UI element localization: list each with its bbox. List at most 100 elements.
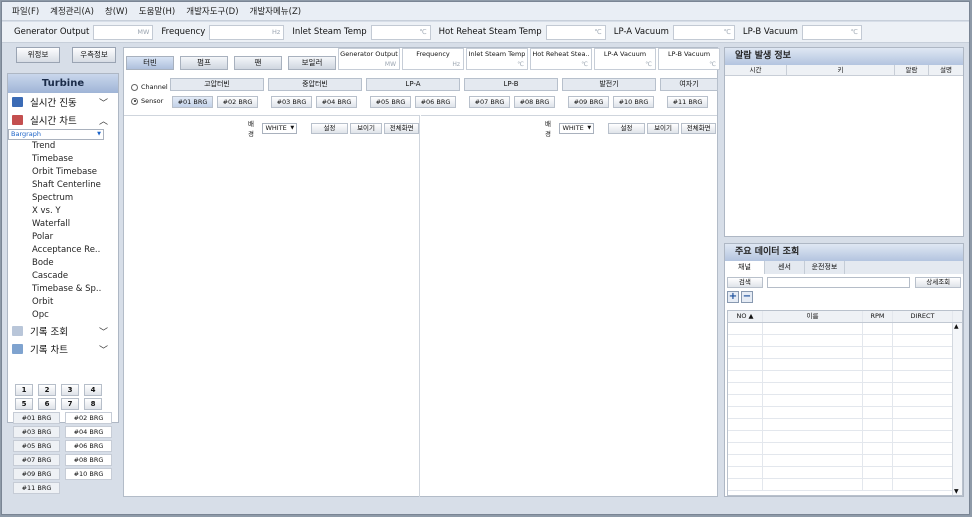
num-button-6[interactable]: 6 [38, 398, 56, 410]
sensor-brg-05[interactable]: #05 BRG [370, 96, 411, 108]
radio-channel[interactable]: Channel [131, 83, 168, 91]
brg-button-02[interactable]: #02 BRG [65, 412, 112, 424]
tab-turbine[interactable]: 터빈 [126, 56, 174, 70]
fullscreen-button[interactable]: 전체화면 [681, 122, 716, 134]
table-row[interactable] [728, 395, 962, 407]
group-generator[interactable]: 발전기 [562, 78, 656, 91]
tree-item-x-vs-y[interactable]: X vs. Y [8, 205, 118, 218]
tree-item-shaft-centerline[interactable]: Shaft Centerline [8, 179, 118, 192]
table-row[interactable] [728, 419, 962, 431]
tree-item-orbit-timebase[interactable]: Orbit Timebase [8, 166, 118, 179]
tree-item-timebase[interactable]: Timebase [8, 153, 118, 166]
num-button-7[interactable]: 7 [61, 398, 79, 410]
sensor-brg-09[interactable]: #09 BRG [568, 96, 609, 108]
menu-window[interactable]: 창(W) [105, 5, 128, 17]
tree-cat-history-chart[interactable]: 기록 차트 ﹀ [8, 340, 118, 358]
table-row[interactable] [728, 407, 962, 419]
tree-item-trend[interactable]: Trend [8, 140, 118, 153]
table-row[interactable] [728, 467, 962, 479]
background-select[interactable]: WHITE [559, 122, 595, 134]
col-rpm[interactable]: RPM [863, 311, 893, 322]
table-row[interactable] [728, 335, 962, 347]
location-info-button[interactable]: 위정보 [16, 47, 60, 63]
sensor-brg-03[interactable]: #03 BRG [271, 96, 312, 108]
table-row[interactable] [728, 383, 962, 395]
menu-devtools[interactable]: 개발자도구(D) [186, 5, 238, 17]
chart-pane-right[interactable]: 배경 WHITE 설정 보이기 전체화면 [421, 115, 717, 497]
table-row[interactable] [728, 323, 962, 335]
tab-boiler[interactable]: 보일러 [288, 56, 336, 70]
num-button-2[interactable]: 2 [38, 384, 56, 396]
tree-item-polar[interactable]: Polar [8, 231, 118, 244]
table-row[interactable] [728, 479, 962, 491]
brg-button-10[interactable]: #10 BRG [65, 468, 112, 480]
table-row[interactable] [728, 443, 962, 455]
table-row[interactable] [728, 455, 962, 467]
sensor-brg-06[interactable]: #06 BRG [415, 96, 456, 108]
sensor-brg-01[interactable]: #01 BRG [172, 96, 213, 108]
num-button-5[interactable]: 5 [15, 398, 33, 410]
tree-item-orbit[interactable]: Orbit [8, 296, 118, 309]
col-name[interactable]: 이름 [763, 311, 863, 322]
tree-item-timebase-spectrum[interactable]: Timebase & Sp.. [8, 283, 118, 296]
menu-devmenu[interactable]: 개발자메뉴(Z) [250, 5, 302, 17]
fullscreen-button[interactable]: 전체화면 [384, 122, 419, 134]
table-row[interactable] [728, 347, 962, 359]
tree-item-acceptance[interactable]: Acceptance Re.. [8, 244, 118, 257]
minus-icon[interactable]: − [741, 291, 753, 303]
background-select[interactable]: WHITE [262, 122, 298, 134]
scroll-up-icon[interactable]: ▲ [954, 323, 959, 330]
tree-item-opc[interactable]: Opc [8, 309, 118, 322]
sensor-brg-04[interactable]: #04 BRG [316, 96, 357, 108]
menu-help[interactable]: 도움말(H) [139, 5, 175, 17]
brg-button-01[interactable]: #01 BRG [13, 412, 60, 424]
sensor-brg-11[interactable]: #11 BRG [667, 96, 708, 108]
tree-item-cascade[interactable]: Cascade [8, 270, 118, 283]
chart-pane-left[interactable]: 배경 WHITE 설정 보이기 전체화면 [124, 115, 420, 497]
tab-channel[interactable]: 채널 [725, 261, 765, 274]
plus-icon[interactable]: + [727, 291, 739, 303]
tree-item-bargraph[interactable]: Bargraph [8, 129, 104, 140]
tree-cat-realtime-vib[interactable]: 실시간 진동 ﹀ [8, 93, 118, 111]
right-info-button[interactable]: 우측정보 [72, 47, 116, 63]
tab-operation-info[interactable]: 운전정보 [805, 261, 845, 274]
menu-account[interactable]: 계정관리(A) [50, 5, 94, 17]
col-direct[interactable]: DIRECT [893, 311, 953, 322]
num-button-4[interactable]: 4 [84, 384, 102, 396]
num-button-8[interactable]: 8 [84, 398, 102, 410]
table-row[interactable] [728, 431, 962, 443]
brg-button-03[interactable]: #03 BRG [13, 426, 60, 438]
tab-fan[interactable]: 팬 [234, 56, 282, 70]
settings-button[interactable]: 설정 [608, 122, 645, 134]
menu-file[interactable]: 파일(F) [12, 5, 39, 17]
sensor-brg-10[interactable]: #10 BRG [613, 96, 654, 108]
show-button[interactable]: 보이기 [349, 122, 383, 134]
tree-item-waterfall[interactable]: Waterfall [8, 218, 118, 231]
settings-button[interactable]: 설정 [311, 122, 348, 134]
tree-item-bode[interactable]: Bode [8, 257, 118, 270]
group-lpa[interactable]: LP-A [366, 78, 460, 91]
num-button-1[interactable]: 1 [15, 384, 33, 396]
brg-button-09[interactable]: #09 BRG [13, 468, 60, 480]
brg-button-04[interactable]: #04 BRG [65, 426, 112, 438]
tab-pump[interactable]: 펌프 [180, 56, 228, 70]
group-exciter[interactable]: 여자기 [660, 78, 718, 91]
tree-cat-realtime-chart[interactable]: 실시간 차트 ︿ [8, 111, 118, 129]
col-no[interactable]: NO ▲ [728, 311, 763, 322]
radio-sensor[interactable]: Sensor [131, 97, 163, 105]
tree-item-spectrum[interactable]: Spectrum [8, 192, 118, 205]
tab-sensor[interactable]: 센서 [765, 261, 805, 274]
brg-button-11[interactable]: #11 BRG [13, 482, 60, 494]
grid-scrollbar[interactable]: ▲ ▼ [952, 323, 962, 495]
group-lpb[interactable]: LP-B [464, 78, 558, 91]
group-hp-turbine[interactable]: 고압터빈 [170, 78, 264, 91]
brg-button-05[interactable]: #05 BRG [13, 440, 60, 452]
num-button-3[interactable]: 3 [61, 384, 79, 396]
scroll-down-icon[interactable]: ▼ [954, 488, 959, 495]
tree-cat-history[interactable]: 기록 조회 ﹀ [8, 322, 118, 340]
sensor-brg-08[interactable]: #08 BRG [514, 96, 555, 108]
sensor-brg-02[interactable]: #02 BRG [217, 96, 258, 108]
detail-search-button[interactable]: 상세조회 [915, 277, 961, 288]
show-button[interactable]: 보이기 [646, 122, 680, 134]
search-input[interactable] [766, 277, 911, 288]
